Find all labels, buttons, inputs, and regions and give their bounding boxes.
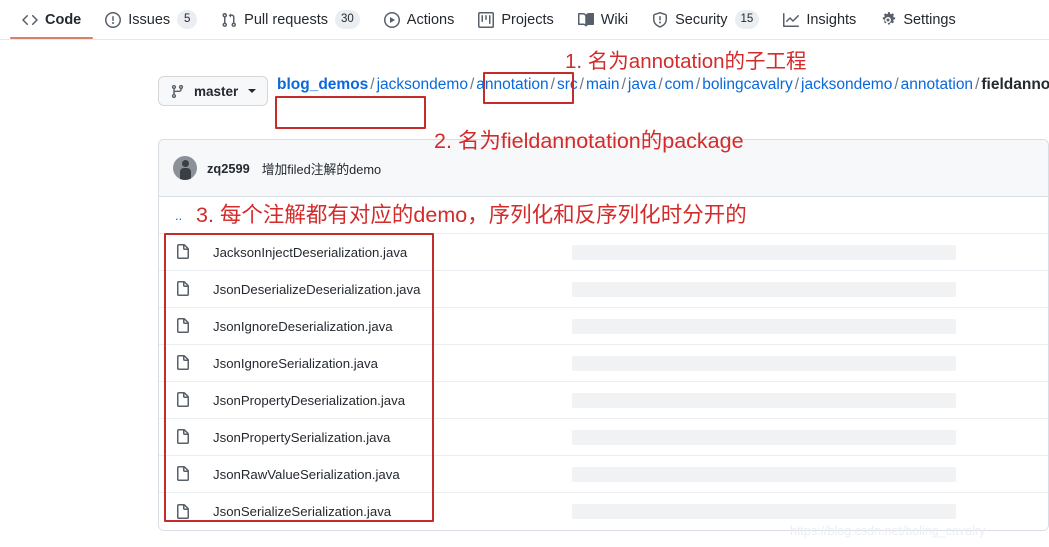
git-branch-icon — [170, 84, 185, 99]
tab-actions[interactable]: Actions — [372, 0, 467, 39]
file-name[interactable]: JsonPropertySerialization.java — [213, 430, 543, 445]
play-icon — [383, 11, 400, 28]
project-icon — [478, 11, 495, 28]
file-icon — [175, 355, 191, 371]
breadcrumb-repo-link[interactable]: blog_demos — [277, 76, 368, 93]
table-row[interactable]: JacksonInjectDeserialization.java — [159, 234, 1048, 271]
breadcrumb-separator: / — [550, 76, 555, 93]
commit-message[interactable]: 增加filed注解的demo — [262, 159, 381, 178]
breadcrumb-segment-com[interactable]: com — [665, 76, 694, 93]
breadcrumb-separator: / — [658, 76, 663, 93]
file-name[interactable]: JsonDeserializeDeserialization.java — [213, 282, 543, 297]
shield-icon — [652, 11, 668, 28]
file-icon — [175, 244, 191, 260]
tab-issues-label: Issues — [128, 11, 171, 28]
repo-content: master blog_demos / jacksondemo / annotation… — [0, 40, 1049, 547]
file-icon — [175, 392, 191, 408]
file-name[interactable]: JsonIgnoreSerialization.java — [213, 356, 543, 371]
tab-wiki[interactable]: Wiki — [566, 0, 640, 39]
branch-selector-button[interactable]: master — [158, 76, 269, 106]
breadcrumb-segment-src[interactable]: src — [557, 76, 578, 93]
graph-icon — [783, 12, 800, 28]
tab-projects-label: Projects — [501, 11, 554, 28]
breadcrumb-segment-java[interactable]: java — [628, 76, 656, 93]
breadcrumb-segment-main[interactable]: main — [586, 76, 620, 93]
tab-insights[interactable]: Insights — [771, 0, 868, 39]
commit-message-placeholder — [572, 244, 956, 260]
table-row[interactable]: JsonSerializeSerialization.java — [159, 493, 1048, 530]
breadcrumb-segment-annotation[interactable]: annotation — [476, 76, 548, 93]
breadcrumb-segment-bolingcavalry[interactable]: bolingcavalry — [702, 76, 792, 93]
commit-message-placeholder — [572, 355, 956, 371]
git-pull-request-icon — [221, 12, 237, 28]
tab-actions-label: Actions — [406, 11, 455, 28]
issue-opened-icon — [105, 11, 122, 28]
file-icon — [175, 281, 191, 297]
user-avatar[interactable] — [173, 156, 197, 180]
github-repo-file-browser: Code Issues 5 Pull requests 30 Actions P… — [0, 0, 1049, 547]
chevron-down-icon — [248, 89, 257, 93]
repo-nav-tabs: Code Issues 5 Pull requests 30 Actions P… — [0, 0, 1049, 40]
file-icon — [175, 429, 191, 445]
issues-count-badge: 5 — [177, 10, 198, 29]
file-name[interactable]: JsonSerializeSerialization.java — [213, 504, 543, 519]
tab-insights-label: Insights — [806, 11, 857, 28]
table-row[interactable]: JsonIgnoreSerialization.java — [159, 345, 1048, 382]
breadcrumb-segment-annotation-2[interactable]: annotation — [901, 76, 973, 93]
book-icon — [577, 12, 594, 28]
breadcrumb-separator: / — [469, 76, 475, 93]
breadcrumb-separator: / — [370, 76, 375, 93]
commit-message-placeholder — [572, 392, 956, 408]
breadcrumb-separator: / — [894, 76, 899, 93]
table-row[interactable]: JsonIgnoreDeserialization.java — [159, 308, 1048, 345]
breadcrumb-separator: / — [695, 76, 701, 93]
parent-directory-label: .. — [175, 207, 183, 223]
tab-wiki-label: Wiki — [600, 11, 629, 28]
parent-directory-row[interactable]: .. — [159, 197, 1048, 234]
latest-commit-bar: zq2599 增加filed注解的demo — [159, 140, 1048, 197]
file-list-box: zq2599 增加filed注解的demo .. JacksonInjectDe… — [158, 139, 1049, 531]
code-icon — [22, 12, 38, 28]
tab-pull-requests-label: Pull requests — [244, 11, 328, 28]
tab-code[interactable]: Code — [10, 0, 94, 39]
breadcrumb-separator: / — [579, 76, 584, 93]
table-row[interactable]: JsonPropertySerialization.java — [159, 419, 1048, 456]
tab-code-label: Code — [45, 11, 82, 28]
breadcrumb-segment-jacksondemo-2[interactable]: jacksondemo — [801, 76, 892, 93]
table-row[interactable]: JsonDeserializeDeserialization.java — [159, 271, 1048, 308]
tab-security[interactable]: Security 15 — [640, 0, 771, 39]
breadcrumb-current-directory: fieldannotation — [981, 76, 1049, 93]
breadcrumb: blog_demos / jacksondemo / annotation / src / ma… — [277, 72, 1049, 97]
tab-issues[interactable]: Issues 5 — [93, 0, 209, 39]
commit-message-placeholder — [572, 429, 956, 445]
breadcrumb-segment-jacksondemo[interactable]: jacksondemo — [377, 76, 468, 93]
commit-message-placeholder — [572, 504, 956, 519]
pull-requests-count-badge: 30 — [335, 10, 360, 29]
tab-security-label: Security — [675, 11, 728, 28]
tab-pull-requests[interactable]: Pull requests 30 — [209, 0, 372, 39]
tab-settings-label: Settings — [903, 11, 956, 28]
table-row[interactable]: JsonRawValueSerialization.java — [159, 456, 1048, 493]
file-name[interactable]: JacksonInjectDeserialization.java — [213, 245, 543, 260]
file-name[interactable]: JsonIgnoreDeserialization.java — [213, 319, 543, 334]
commit-message-placeholder — [572, 318, 956, 334]
file-name[interactable]: JsonRawValueSerialization.java — [213, 467, 543, 482]
file-icon — [175, 466, 191, 482]
breadcrumb-separator: / — [621, 76, 626, 93]
tab-projects[interactable]: Projects — [466, 0, 565, 39]
file-icon — [175, 318, 191, 334]
security-count-badge: 15 — [734, 10, 760, 29]
file-name[interactable]: JsonPropertyDeserialization.java — [213, 393, 543, 408]
commit-message-placeholder — [572, 466, 956, 482]
branch-name-label: master — [194, 83, 239, 99]
commit-author[interactable]: zq2599 — [207, 161, 250, 176]
tab-settings[interactable]: Settings — [868, 0, 967, 39]
gear-icon — [880, 11, 896, 28]
breadcrumb-separator: / — [794, 76, 800, 93]
commit-message-placeholder — [572, 281, 956, 297]
table-row[interactable]: JsonPropertyDeserialization.java — [159, 382, 1048, 419]
file-icon — [175, 503, 191, 520]
